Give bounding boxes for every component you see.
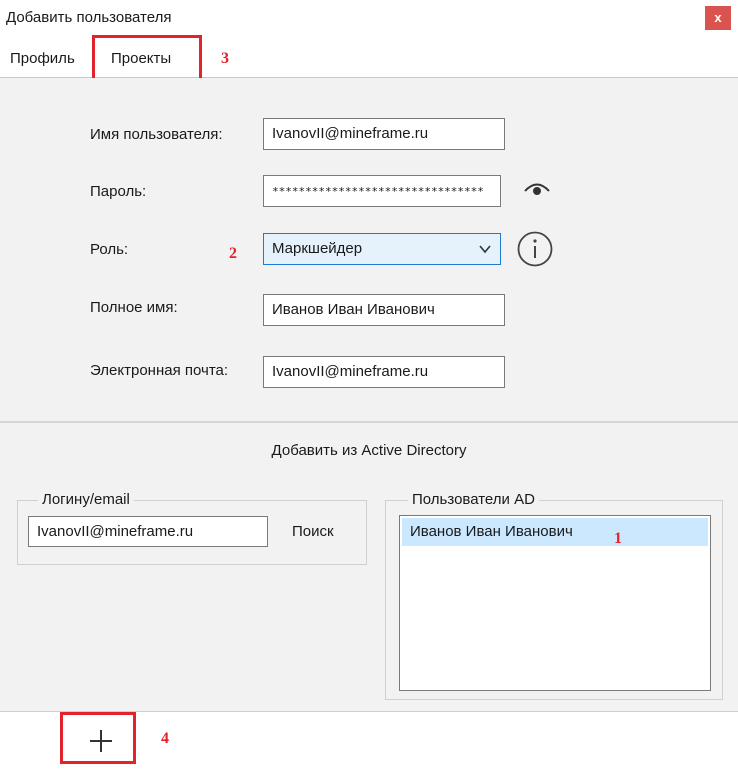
username-input[interactable]: IvanovII@mineframe.ru <box>263 118 505 150</box>
full-name-label: Полное имя: <box>90 299 178 316</box>
tab-profile[interactable]: Профиль <box>10 50 75 67</box>
chevron-down-icon <box>479 245 491 254</box>
eye-icon[interactable] <box>522 176 552 200</box>
password-label: Пароль: <box>90 183 147 200</box>
login-email-group-title: Логину/email <box>38 491 134 508</box>
window-title: Добавить пользователя <box>6 9 172 26</box>
ad-users-group-title: Пользователи AD <box>408 491 539 508</box>
username-label: Имя пользователя: <box>90 126 223 143</box>
role-select[interactable]: Маркшейдер <box>263 233 501 265</box>
ad-section-title: Добавить из Active Directory <box>271 442 467 459</box>
list-item[interactable]: Иванов Иван Иванович <box>402 518 708 546</box>
role-label: Роль: <box>90 241 129 258</box>
role-select-value: Маркшейдер <box>272 240 363 257</box>
ad-users-list[interactable]: Иванов Иван Иванович <box>399 515 711 691</box>
annotation-3: 3 <box>221 50 229 67</box>
password-input[interactable]: ******************************** <box>263 175 501 207</box>
email-input[interactable]: IvanovII@mineframe.ru <box>263 356 505 388</box>
title-bar: Добавить пользователя x <box>0 0 738 38</box>
highlight-box-projects-tab <box>92 35 202 81</box>
ad-login-input[interactable]: IvanovII@mineframe.ru <box>28 516 268 547</box>
info-icon[interactable] <box>517 231 553 267</box>
highlight-box-add-button <box>60 712 136 764</box>
full-name-input[interactable]: Иванов Иван Иванович <box>263 294 505 326</box>
annotation-4: 4 <box>161 730 169 747</box>
email-label: Электронная почта: <box>90 362 229 379</box>
annotation-2: 2 <box>229 245 237 262</box>
close-button[interactable]: x <box>705 6 731 30</box>
search-button[interactable]: Поиск <box>292 523 334 540</box>
annotation-1: 1 <box>614 530 622 547</box>
